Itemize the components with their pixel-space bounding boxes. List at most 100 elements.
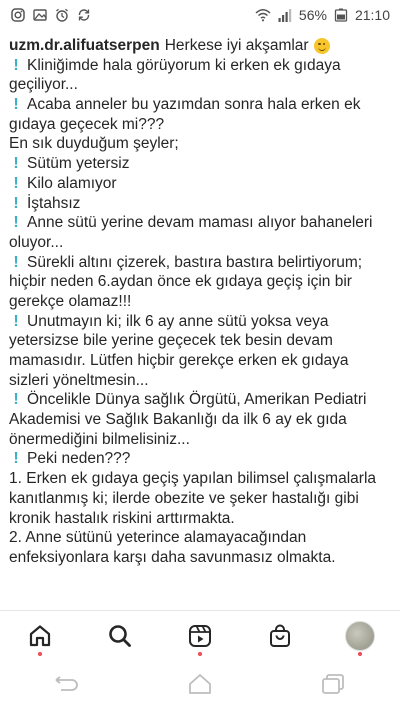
caption-line: ! Peki neden???	[9, 449, 394, 469]
system-back-button[interactable]	[52, 672, 82, 701]
system-home-button[interactable]	[185, 672, 215, 701]
caption-line: kronik hastalık riskini arttırmakta.	[9, 509, 394, 529]
caption-line: En sık duyduğum şeyler;	[9, 134, 394, 154]
caption-line: gıdaya geçecek mi???	[9, 115, 394, 135]
system-navigation	[0, 661, 400, 711]
home-icon	[29, 625, 51, 647]
caption-line: mamasıdır. Lütfen hiçbir gerekçe erken e…	[9, 351, 394, 371]
caption-line: gerekçe olamaz!!!	[9, 292, 394, 312]
status-left	[10, 7, 92, 23]
caption-text: Sürekli altını çizerek, bastıra bastıra …	[27, 253, 363, 271]
status-bar: 56% 21:10	[0, 0, 400, 30]
status-time: 21:10	[354, 7, 390, 23]
caption-line: sizleri yöneltmesin...	[9, 371, 394, 391]
home-button-icon	[189, 673, 211, 694]
notification-dot	[358, 652, 362, 656]
caption-line: Akademisi ve Sağlık Bakanlığı da ilk 6 a…	[9, 410, 394, 430]
caption-text: kronik hastalık riskini arttırmakta.	[9, 509, 235, 527]
caption-line: 2. Anne sütünü yeterince alamayacağından	[9, 528, 394, 548]
caption-line: geçiliyor...	[9, 75, 394, 95]
system-recents-button[interactable]	[318, 672, 348, 701]
post-caption: uzm.dr.alifuatserpen Herkese iyi akşamlar…	[9, 36, 394, 568]
caption-text: oluyor...	[9, 233, 64, 251]
caption-line: ! Öncelikle Dünya sağlık Örgütü, Amerikan…	[9, 390, 394, 410]
caption-line: ! Kilo alamıyor	[9, 174, 394, 194]
caption-line: ! Anne sütü yerine devam maması alıyor ba…	[9, 213, 394, 233]
caption-text: 1. Erken ek gıdaya geçiş yapılan bilimse…	[9, 470, 377, 488]
caption-text: yetersizse bile yerine geçecek tek besin…	[9, 332, 333, 350]
exclamation-icon: !	[13, 155, 19, 173]
profile-avatar	[345, 621, 375, 651]
caption-line: oluyor...	[9, 233, 394, 253]
reels-tab[interactable]	[180, 616, 220, 656]
caption-line: enfeksiyonlara karşı daha savunmasız olm…	[9, 548, 394, 568]
smiley-icon	[313, 37, 330, 54]
battery-percent: 56%	[298, 7, 327, 23]
shop-tab[interactable]	[260, 616, 300, 656]
instagram-icon	[10, 7, 26, 23]
caption-line: uzm.dr.alifuatserpen Herkese iyi akşamlar	[9, 36, 394, 56]
notification-dot	[38, 652, 42, 656]
caption-text: önermediğini bilmelisiniz...	[9, 430, 190, 448]
caption-line: 1. Erken ek gıdaya geçiş yapılan bilimse…	[9, 469, 394, 489]
search-tab[interactable]	[100, 616, 140, 656]
caption-text: kanıtlanmış ki; ilerde obezite ve şeker …	[9, 489, 359, 507]
exclamation-icon: !	[13, 450, 19, 468]
caption-text: Sütüm yetersiz	[27, 155, 130, 173]
bottom-navigation	[0, 610, 400, 661]
shop-icon	[270, 624, 290, 647]
caption-text: Öncelikle Dünya sağlık Örgütü, Amerikan …	[27, 391, 367, 409]
exclamation-icon: !	[13, 391, 19, 409]
back-icon	[55, 675, 78, 691]
caption-line: ! Sütüm yetersiz	[9, 154, 394, 174]
caption-text: gıdaya geçecek mi???	[9, 115, 165, 133]
caption-text: Herkese iyi akşamlar	[164, 37, 309, 54]
caption-line: ! Kliniğimde hala görüyorum ki erken ek g…	[9, 56, 394, 76]
exclamation-icon: !	[13, 194, 19, 212]
caption-text: 2. Anne sütünü yeterince alamayacağından	[9, 529, 307, 547]
caption-line: ! İştahsız	[9, 194, 394, 214]
caption-text: mamasıdır. Lütfen hiçbir gerekçe erken e…	[9, 352, 349, 369]
caption-text: Unutmayın ki; ilk 6 ay anne sütü yoksa v…	[27, 312, 329, 330]
caption-text: gerekçe olamaz!!!	[9, 292, 132, 310]
alarm-icon	[54, 7, 70, 23]
caption-text: Peki neden???	[27, 450, 131, 468]
caption-line: yetersizse bile yerine geçecek tek besin…	[9, 331, 394, 351]
wifi-icon	[255, 7, 271, 23]
status-right: 56% 21:10	[255, 7, 390, 23]
caption-text: enfeksiyonlara karşı daha savunmasız olm…	[9, 548, 336, 566]
profile-tab[interactable]	[340, 616, 380, 656]
home-tab[interactable]	[20, 616, 60, 656]
signal-icon	[277, 7, 293, 23]
notification-dot	[198, 652, 202, 656]
exclamation-icon: !	[13, 312, 19, 330]
caption-line: kanıtlanmış ki; ilerde obezite ve şeker …	[9, 489, 394, 509]
caption-text: hiçbir neden 6.aydan önce ek gıdaya geçi…	[9, 273, 352, 291]
exclamation-icon: !	[13, 214, 19, 232]
caption-line: önermediğini bilmelisiniz...	[9, 430, 394, 450]
recents-icon	[322, 673, 345, 694]
caption-text: Kilo alamıyor	[27, 174, 117, 192]
caption-text: En sık duyduğum şeyler;	[9, 135, 179, 153]
caption-text: Kliniğimde hala görüyorum ki erken ek gı…	[27, 56, 341, 74]
caption-line: hiçbir neden 6.aydan önce ek gıdaya geçi…	[9, 272, 394, 292]
caption-text: Acaba anneler bu yazımdan sonra hala erk…	[27, 96, 361, 114]
caption-text: Akademisi ve Sağlık Bakanlığı da ilk 6 a…	[9, 411, 347, 429]
sync-icon	[76, 7, 92, 23]
exclamation-icon: !	[13, 56, 19, 74]
exclamation-icon: !	[13, 174, 19, 192]
reels-icon	[189, 625, 211, 647]
battery-icon	[333, 7, 349, 23]
caption-line: ! Sürekli altını çizerek, bastıra bastıra…	[9, 253, 394, 273]
post-username[interactable]: uzm.dr.alifuatserpen	[9, 36, 160, 56]
caption-text: geçiliyor...	[9, 76, 78, 94]
caption-line: ! Acaba anneler bu yazımdan sonra hala er…	[9, 95, 394, 115]
caption-text: İştahsız	[27, 194, 81, 212]
caption-line: ! Unutmayın ki; ilk 6 ay anne sütü yoksa …	[9, 312, 394, 332]
image-icon	[32, 7, 48, 23]
caption-text: sizleri yöneltmesin...	[9, 371, 149, 389]
exclamation-icon: !	[13, 96, 19, 114]
search-icon	[109, 625, 131, 647]
exclamation-icon: !	[13, 253, 19, 271]
caption-text: Anne sütü yerine devam maması alıyor bah…	[27, 214, 373, 232]
